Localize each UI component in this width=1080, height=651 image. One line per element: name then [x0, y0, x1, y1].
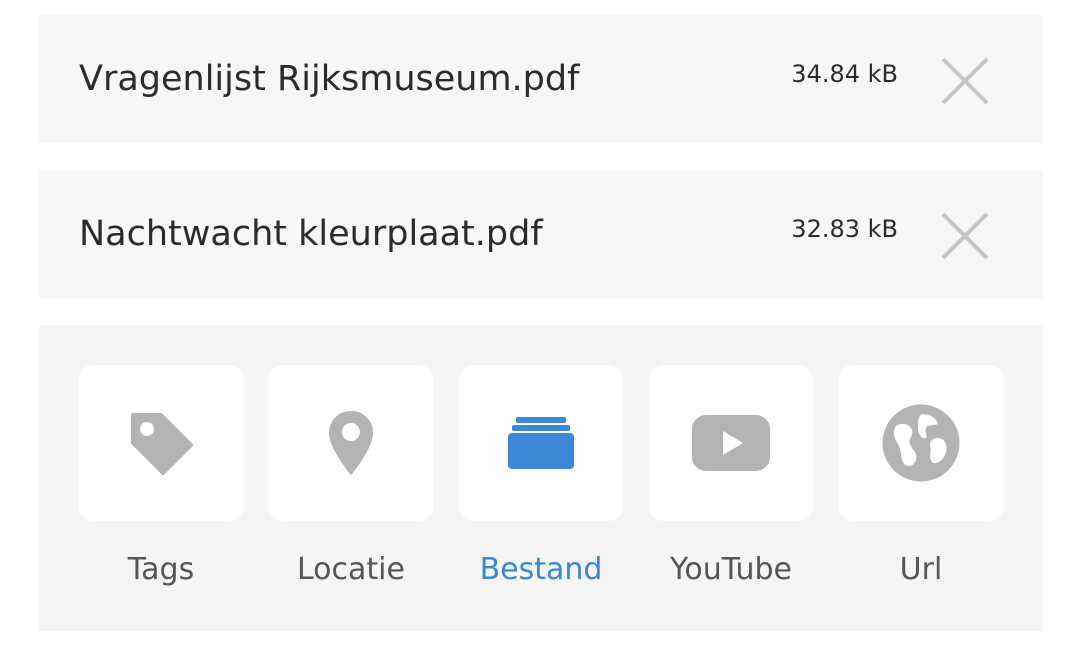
attachment-type-panel: Tags Locatie Bestand YouTube Url: [39, 325, 1043, 631]
option-tile[interactable]: [839, 365, 1003, 521]
remove-attachment-button[interactable]: [939, 210, 991, 262]
option-tile[interactable]: [269, 365, 433, 521]
tag-icon: [131, 413, 193, 475]
remove-attachment-button[interactable]: [939, 55, 991, 107]
attachment-file-name: Nachtwacht kleurplaat.pdf: [79, 214, 543, 254]
option-tile[interactable]: [459, 365, 623, 521]
attachment-item: Vragenlijst Rijksmuseum.pdf 34.84 kB: [39, 15, 1043, 143]
folder-icon: [508, 417, 574, 469]
option-tile[interactable]: [79, 365, 243, 521]
close-icon: [941, 57, 989, 105]
option-label: Bestand: [479, 552, 603, 587]
attachment-file-size: 32.83 kB: [791, 215, 898, 243]
option-url[interactable]: Url: [839, 365, 1003, 589]
attachment-file-name: Vragenlijst Rijksmuseum.pdf: [79, 59, 580, 99]
option-locatie[interactable]: Locatie: [269, 365, 433, 589]
globe-icon: [882, 404, 960, 482]
attachment-file-size: 34.84 kB: [791, 60, 898, 88]
option-label: Url: [899, 552, 943, 587]
option-bestand[interactable]: Bestand: [459, 365, 623, 589]
option-label: Locatie: [297, 552, 405, 587]
youtube-icon: [692, 415, 770, 471]
close-icon: [941, 212, 989, 260]
option-tags[interactable]: Tags: [79, 365, 243, 589]
attachment-item: Nachtwacht kleurplaat.pdf 32.83 kB: [39, 170, 1043, 298]
option-label: YouTube: [670, 552, 792, 587]
map-pin-icon: [329, 411, 373, 475]
option-label: Tags: [127, 552, 195, 587]
option-youtube[interactable]: YouTube: [649, 365, 813, 589]
option-tile[interactable]: [649, 365, 813, 521]
